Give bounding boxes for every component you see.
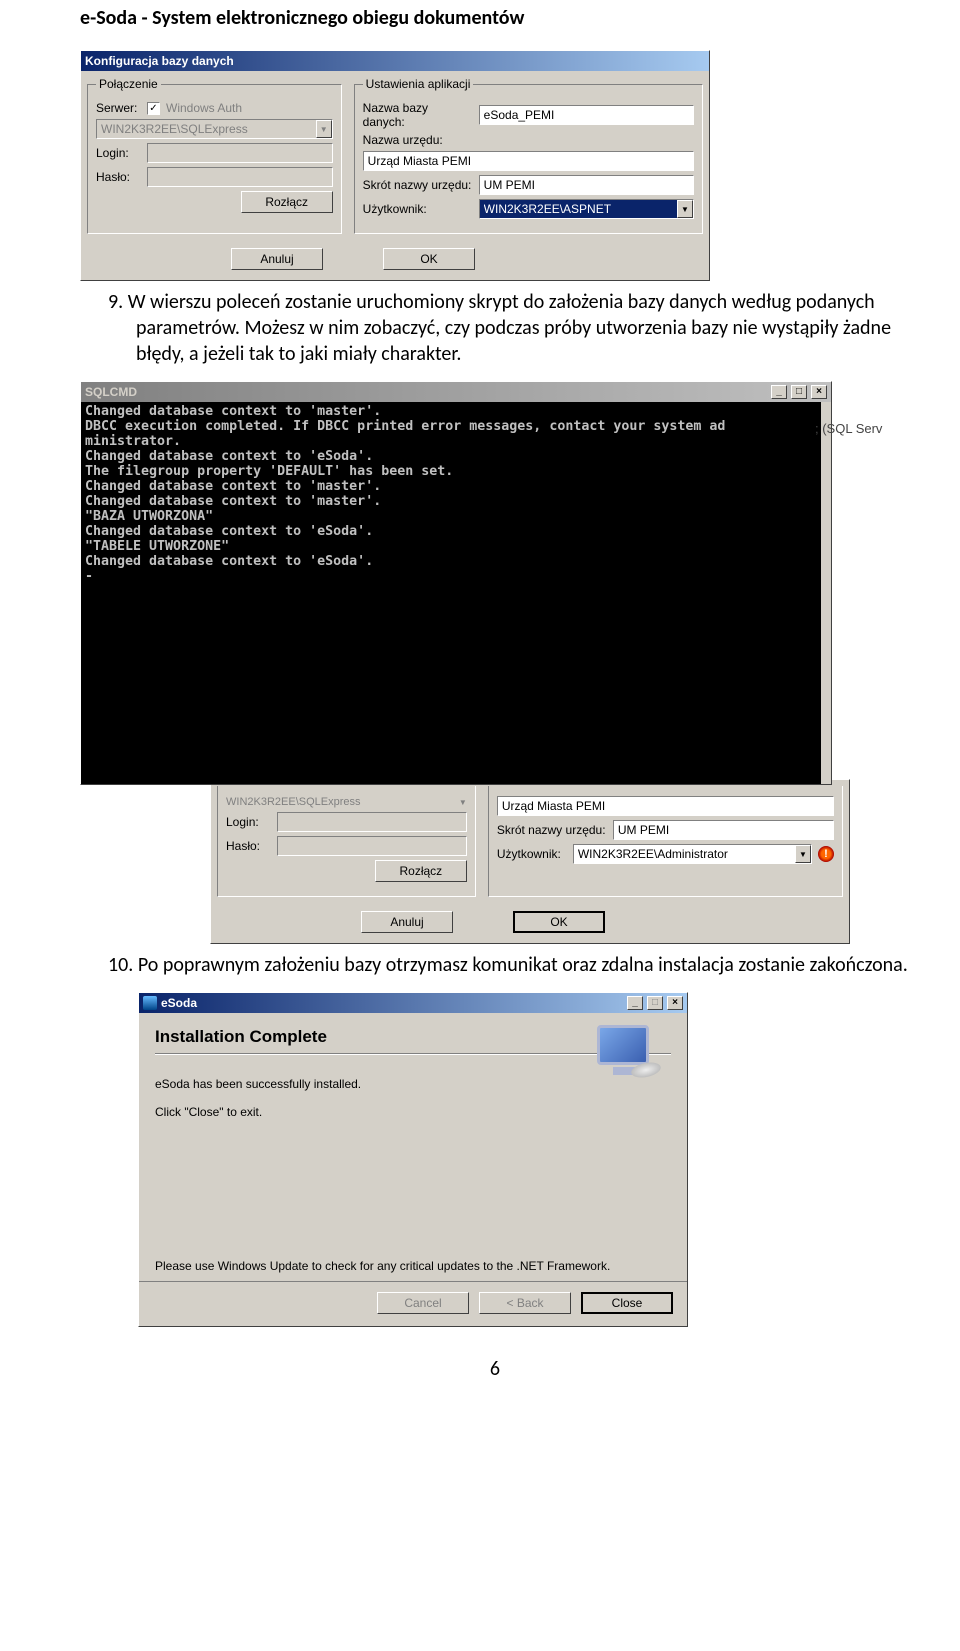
installer-title: eSoda [161,996,197,1010]
installer-illustration-icon [591,1023,671,1093]
dbname-input[interactable] [479,105,694,125]
warning-icon: ! [818,846,834,862]
server-value-text: WIN2K3R2EE\SQLExpress [226,796,361,808]
chevron-down-icon[interactable]: ▼ [677,200,693,218]
esoda-icon [143,996,157,1010]
chevron-down-icon[interactable]: ▼ [795,845,811,863]
back-button: < Back [479,1292,571,1314]
installer-dialog: eSoda _ □ × Installation Complete eSoda … [138,992,688,1327]
user-label: Użytkownik: [497,847,567,861]
close-icon[interactable]: × [811,385,827,399]
rozlacz-button[interactable]: Rozłącz [241,191,333,213]
haslo-input[interactable] [147,167,333,187]
anuluj-button[interactable]: Anuluj [361,911,453,933]
winauth-checkbox[interactable]: ✓ [147,102,160,115]
console-output: Changed database context to 'master'. DB… [81,402,821,784]
maximize-icon[interactable]: □ [791,385,807,399]
group-connection-legend: Połączenie [96,77,161,91]
cancel-button: Cancel [377,1292,469,1314]
paragraph-9: 9. W wierszu poleceń zostanie uruchomion… [80,289,910,367]
skrot-input[interactable] [613,820,834,840]
haslo-label: Hasło: [226,839,271,853]
login-label: Login: [226,815,271,829]
user-combobox[interactable] [573,844,812,864]
db-config-dialog-2: WIN2K3R2EE\SQLExpress ▼ Login: Hasło: Ro… [210,779,850,944]
chevron-down-icon[interactable]: ▼ [459,798,467,807]
behind-sqlserver-text: ; (SQL Serv [815,421,910,436]
minimize-icon[interactable]: _ [627,996,643,1010]
installer-text-2: Click "Close" to exit. [155,1105,671,1119]
ok-button[interactable]: OK [383,248,475,270]
sqlcmd-window: SQLCMD _ □ × Changed database context to… [80,381,832,785]
sqlcmd-title: SQLCMD [85,385,137,399]
urzad-label: Nazwa urzędu: [363,133,473,147]
anuluj-button[interactable]: Anuluj [231,248,323,270]
rozlacz-button[interactable]: Rozłącz [375,860,467,882]
dbname-label: Nazwa bazy danych: [363,101,473,129]
winauth-label: Windows Auth [166,101,242,115]
chevron-down-icon[interactable]: ▼ [316,120,332,138]
skrot-label: Skrót nazwy urzędu: [363,178,473,192]
close-button[interactable]: Close [581,1292,673,1314]
titlebar: eSoda _ □ × [139,993,687,1013]
server-label: Serwer: [96,101,141,115]
haslo-label: Hasło: [96,170,141,184]
ok-button[interactable]: OK [513,911,605,933]
maximize-icon: □ [647,996,663,1010]
minimize-icon[interactable]: _ [771,385,787,399]
user-combobox[interactable] [479,199,694,219]
skrot-label: Skrót nazwy urzędu: [497,823,607,837]
login-label: Login: [96,146,141,160]
db-config-dialog-1: Konfiguracja bazy danych Połączenie Serw… [80,50,710,281]
urzad-input[interactable] [497,796,834,816]
login-input[interactable] [277,812,467,832]
haslo-input[interactable] [277,836,467,856]
user-label: Użytkownik: [363,202,473,216]
titlebar: SQLCMD _ □ × [81,382,831,402]
server-combobox[interactable] [96,119,333,139]
close-icon[interactable]: × [667,996,683,1010]
dialog-title: Konfiguracja bazy danych [85,54,234,68]
paragraph-10: 10. Po poprawnym założeniu bazy otrzymas… [80,952,910,978]
document-header: e-Soda - System elektronicznego obiegu d… [80,0,910,50]
urzad-input[interactable] [363,151,694,171]
installer-text-3: Please use Windows Update to check for a… [155,1259,671,1273]
page-number: 6 [80,1357,910,1381]
login-input[interactable] [147,143,333,163]
titlebar: Konfiguracja bazy danych [81,51,709,71]
skrot-input[interactable] [479,175,694,195]
group-app-legend: Ustawienia aplikacji [363,77,474,91]
